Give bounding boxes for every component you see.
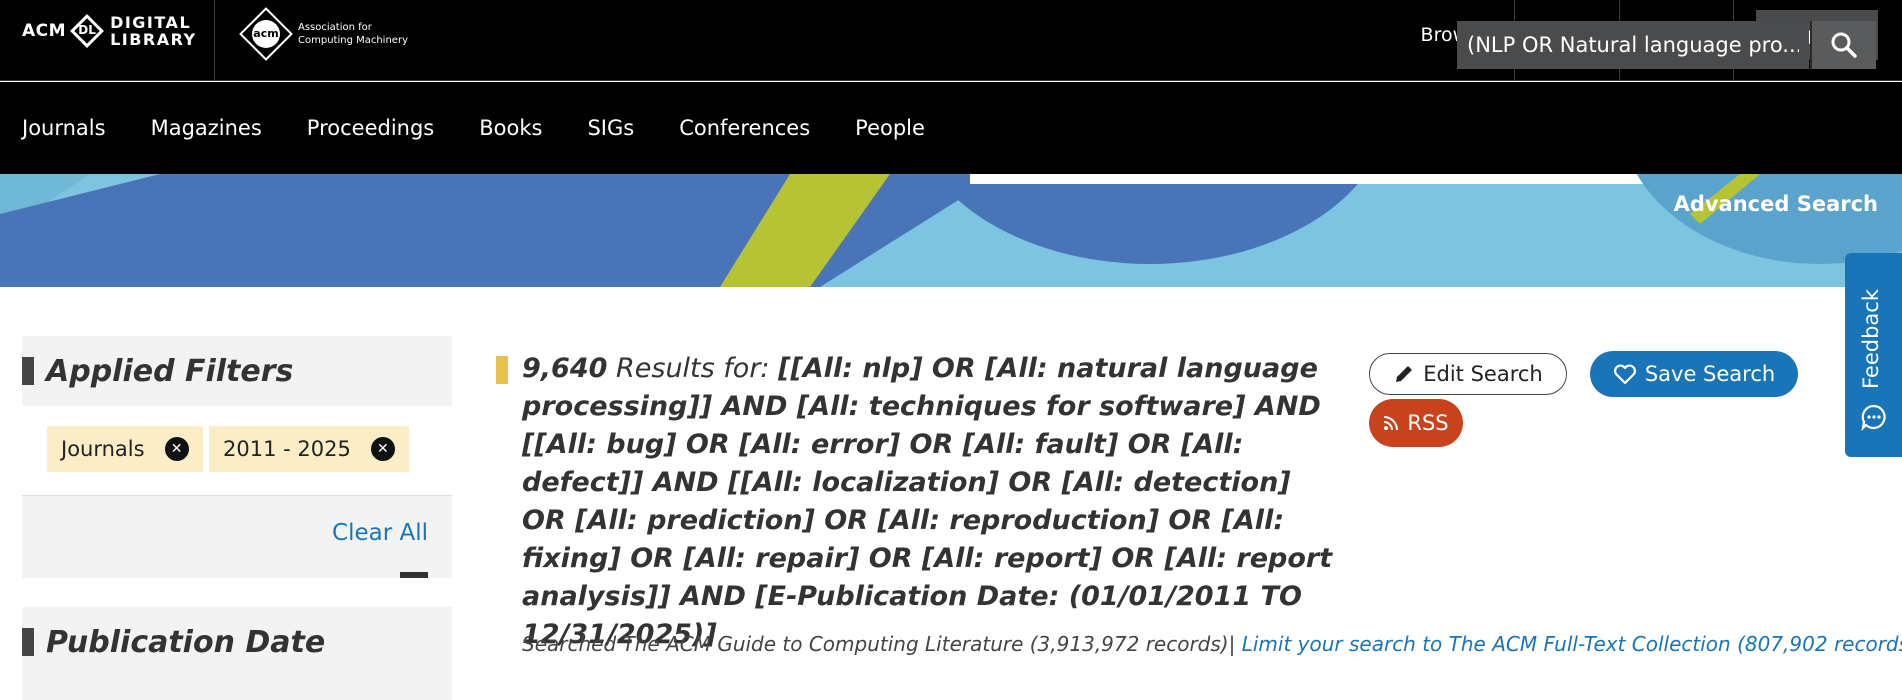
remove-filter-icon[interactable]: ✕	[370, 437, 395, 461]
edit-search-label: Edit Search	[1423, 362, 1543, 386]
clear-all-link[interactable]: Clear All	[332, 520, 428, 546]
applied-filters-panel: Applied Filters Journals ✕ 2011 - 2025 ✕…	[22, 336, 452, 578]
feedback-chat-icon	[1861, 404, 1886, 431]
banner-graphic	[0, 174, 1902, 287]
filter-chips: Journals ✕ 2011 - 2025 ✕	[22, 406, 452, 496]
search-icon	[1831, 32, 1857, 58]
searched-collection: Searched The ACM Guide to Computing Lite…	[522, 632, 1902, 656]
results-count: 9,640	[522, 353, 608, 384]
nav-item-magazines[interactable]: Magazines	[151, 116, 262, 140]
logo-acm-text: ACM	[22, 21, 67, 41]
search-query: [[All: nlp] OR [All: natural language pr…	[522, 353, 1333, 650]
publication-date-panel: Publication Date	[22, 607, 452, 700]
acm-association-logo[interactable]: acm Association for Computing Machinery	[238, 6, 408, 62]
separator: |	[1228, 632, 1236, 656]
header-divider	[214, 0, 215, 81]
limit-search-link[interactable]: Limit your search to The ACM Full-Text C…	[1242, 632, 1902, 656]
acm-digital-library-logo[interactable]: ACM DL DIGITAL LIBRARY	[22, 14, 197, 48]
nav-item-books[interactable]: Books	[479, 116, 542, 140]
nav-items: Journals Magazines Proceedings Books SIG…	[22, 82, 970, 174]
logo-dl-text: DL	[78, 23, 96, 37]
nav-item-people[interactable]: People	[855, 116, 925, 140]
acm-association-text: Association for Computing Machinery	[298, 21, 408, 47]
filter-chip-journals: Journals ✕	[47, 426, 203, 472]
save-search-button[interactable]: Save Search	[1590, 351, 1798, 397]
heart-icon	[1613, 363, 1637, 385]
results-label: Results for:	[616, 353, 770, 384]
section-marker	[22, 628, 34, 656]
quick-search-box	[1457, 21, 1809, 69]
nav-item-sigs[interactable]: SIGs	[587, 116, 634, 140]
acm-diamond-icon: acm	[238, 6, 294, 62]
logo-word-library: LIBRARY	[110, 30, 197, 49]
save-search-label: Save Search	[1644, 362, 1776, 386]
rss-button[interactable]: RSS	[1369, 399, 1463, 447]
nav-item-journals[interactable]: Journals	[22, 116, 106, 140]
results-marker	[496, 356, 508, 384]
results-heading: 9,640 Results for: [[All: nlp] OR [All: …	[522, 350, 1342, 654]
dl-diamond-icon: DL	[70, 14, 105, 48]
filter-chip-date: 2011 - 2025 ✕	[209, 426, 409, 472]
searched-text: Searched The ACM Guide to Computing Lite…	[522, 632, 1229, 656]
quick-search-button[interactable]	[1810, 21, 1876, 69]
filter-chip-label: 2011 - 2025	[223, 437, 351, 461]
publication-date-title: Publication Date	[46, 624, 326, 660]
main-nav: Journals Magazines Proceedings Books SIG…	[0, 82, 1902, 174]
nav-item-conferences[interactable]: Conferences	[679, 116, 810, 140]
feedback-tab[interactable]: Feedback	[1845, 253, 1902, 457]
feedback-label: Feedback	[1859, 288, 1883, 389]
publication-date-header[interactable]: Publication Date	[22, 607, 452, 677]
nav-item-proceedings[interactable]: Proceedings	[307, 116, 434, 140]
pencil-icon	[1393, 363, 1415, 385]
rss-label: RSS	[1407, 411, 1449, 435]
applied-filters-header: Applied Filters	[22, 336, 452, 406]
advanced-search-link[interactable]: Advanced Search	[1674, 192, 1878, 216]
panel-toggle[interactable]	[400, 572, 428, 578]
logo-word-digital: DIGITAL	[110, 13, 192, 32]
hero-banner: Advanced Search	[0, 174, 1902, 287]
applied-filters-title: Applied Filters	[46, 353, 294, 389]
logo-words: DIGITAL LIBRARY	[110, 14, 197, 48]
remove-filter-icon[interactable]: ✕	[164, 437, 189, 461]
rss-icon	[1383, 415, 1399, 431]
acm-line-1: Association for	[298, 22, 372, 33]
acm-mark: acm	[252, 20, 280, 48]
quick-search-input[interactable]	[1457, 21, 1809, 69]
section-marker	[22, 357, 34, 385]
filter-chip-label: Journals	[61, 437, 145, 461]
acm-line-2: Computing Machinery	[298, 35, 408, 46]
edit-search-button[interactable]: Edit Search	[1369, 353, 1567, 395]
